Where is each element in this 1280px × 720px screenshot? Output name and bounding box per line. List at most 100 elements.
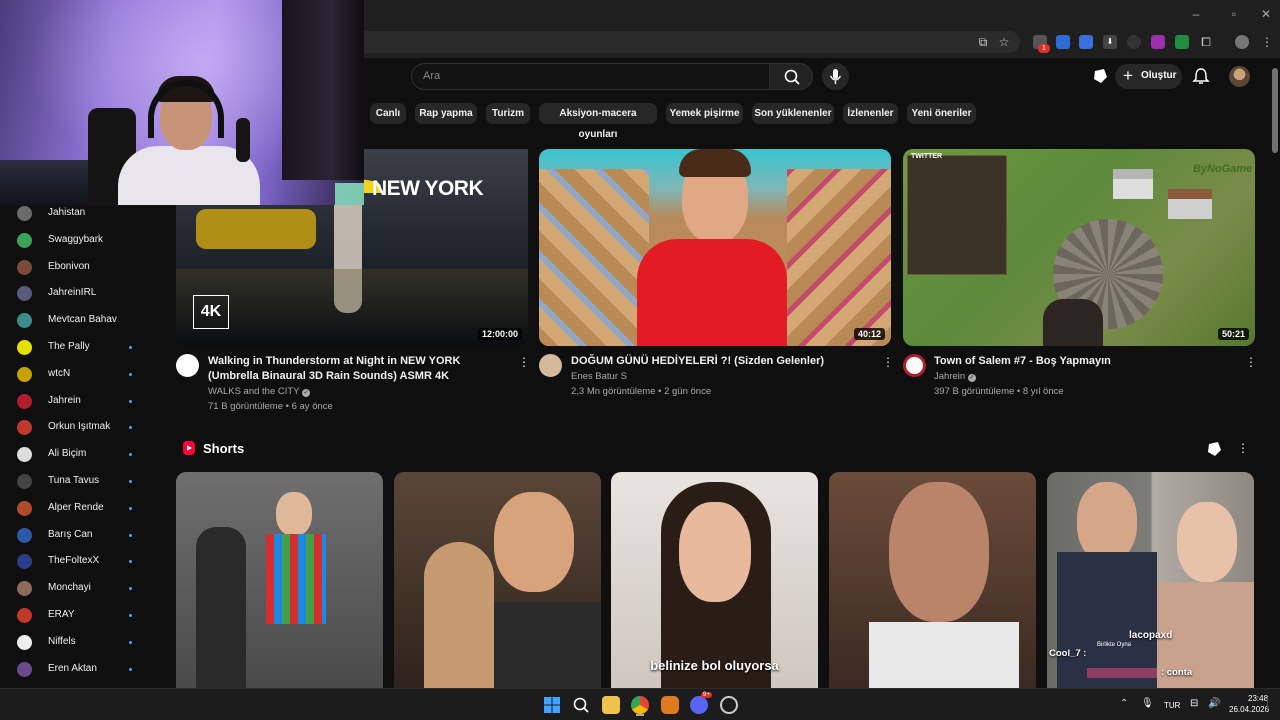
- chat-highlight-shape: [1087, 668, 1157, 678]
- chip-live[interactable]: Canlı: [370, 103, 406, 124]
- live-indicator-dot: [129, 640, 132, 644]
- steam-icon[interactable]: [720, 696, 738, 714]
- sidebar-subscription-item[interactable]: Jahrein: [0, 388, 170, 414]
- sidebar-subscription-label: Eren Aktan: [48, 662, 97, 674]
- sidebar-subscription-item[interactable]: Alper Rende: [0, 495, 170, 521]
- short-card-1[interactable]: [176, 472, 383, 688]
- channel-name-text: Jahrein: [934, 371, 966, 382]
- sidebar-subscription-label: Jahistan: [48, 207, 86, 218]
- video-title-3[interactable]: Town of Salem #7 - Boş Yapmayın: [934, 354, 1234, 369]
- chip-watched[interactable]: İzlenenler: [843, 103, 898, 124]
- chip-rap[interactable]: Rap yapma: [415, 103, 477, 124]
- extensions-puzzle-icon[interactable]: ⧠: [1199, 35, 1213, 49]
- sidebar-subscription-item[interactable]: Mevtcan Bahav: [0, 307, 170, 333]
- search-placeholder: Ara: [423, 70, 441, 82]
- sidebar-subscription-item[interactable]: Ebonivon: [0, 254, 170, 280]
- page-scrollbar[interactable]: [1270, 58, 1280, 688]
- sparkle-icon[interactable]: [1206, 440, 1224, 458]
- volume-icon[interactable]: 🔊: [1208, 698, 1220, 709]
- channel-avatar: [17, 527, 32, 543]
- face-shape: [1177, 502, 1237, 582]
- chip-new-suggestions[interactable]: Yeni öneriler: [907, 103, 976, 124]
- sidebar-subscription-label: Alper Rende: [48, 501, 104, 513]
- sidebar-subscription-item[interactable]: TheFoltexX: [0, 548, 170, 574]
- close-icon[interactable]: ✕: [1258, 6, 1274, 22]
- search-input[interactable]: [411, 63, 769, 90]
- sidebar-subscription-label: Orkun Işıtmak: [48, 421, 111, 433]
- sidebar-subscription-label: Jahrein: [48, 394, 81, 406]
- discord-icon[interactable]: [690, 696, 708, 714]
- sidebar-subscription-label: Ali Biçim: [48, 448, 87, 460]
- video-thumbnail-2[interactable]: 40:12: [539, 149, 891, 346]
- minimize-icon[interactable]: –: [1188, 6, 1204, 22]
- channel-name-3[interactable]: Jahrein ✓: [934, 371, 976, 382]
- install-app-icon[interactable]: ⧉: [976, 35, 990, 49]
- windows-start-icon[interactable]: [543, 696, 561, 714]
- sidebar-subscription-item[interactable]: ERAY: [0, 602, 170, 628]
- short-card-2[interactable]: [394, 472, 601, 688]
- chip-tourism[interactable]: Turizm: [486, 103, 530, 124]
- sidebar-subscription-item[interactable]: The Pally: [0, 334, 170, 360]
- keyboard-language[interactable]: TUR: [1164, 701, 1180, 710]
- account-avatar[interactable]: [1229, 66, 1250, 87]
- microphone-tray-icon[interactable]: 🎙: [1141, 698, 1154, 709]
- channel-name-1[interactable]: WALKS and the CITY ✓: [208, 386, 310, 397]
- voice-search-button[interactable]: [822, 63, 849, 90]
- video-thumbnail-3[interactable]: TWITTER ByNoGame 50:21: [903, 149, 1255, 346]
- video-menu-icon[interactable]: ⋮: [1245, 356, 1257, 368]
- sparkle-icon[interactable]: [1092, 67, 1110, 85]
- translate-extension-icon[interactable]: [1056, 35, 1070, 49]
- sidebar-subscription-item[interactable]: Barış Can: [0, 522, 170, 548]
- channel-avatar-walks[interactable]: [176, 354, 199, 377]
- shorts-menu-icon[interactable]: ⋮: [1237, 442, 1249, 454]
- sidebar-subscription-item[interactable]: Orkun Işıtmak: [0, 414, 170, 440]
- search-button[interactable]: [769, 63, 813, 90]
- sidebar-subscription-item[interactable]: Eren Aktan: [0, 656, 170, 682]
- show-desktop-button[interactable]: [1267, 698, 1275, 710]
- video-menu-icon[interactable]: ⋮: [882, 356, 894, 368]
- short-card-5[interactable]: lacopaxd Cool_7 : Birlikte Oyna : conta: [1047, 472, 1254, 688]
- chrome-icon[interactable]: [631, 696, 649, 714]
- sidebar-subscription-item[interactable]: Ali Biçim: [0, 441, 170, 467]
- sidebar-subscription-item[interactable]: JahreinIRL: [0, 280, 170, 306]
- network-icon[interactable]: ⊟: [1190, 698, 1198, 709]
- video-menu-icon[interactable]: ⋮: [518, 356, 530, 368]
- short-card-4[interactable]: [829, 472, 1036, 688]
- video-title-2[interactable]: DOĞUM GÜNÜ HEDİYELERİ ?! (Sizden Gelenle…: [571, 354, 871, 369]
- video-title-1[interactable]: Walking in Thunderstorm at Night in NEW …: [208, 354, 508, 384]
- chip-cooking[interactable]: Yemek pişirme: [666, 103, 743, 124]
- chrome-menu-icon[interactable]: ⋮: [1260, 35, 1274, 49]
- address-bar[interactable]: [350, 31, 1020, 53]
- sidebar-subscription-item[interactable]: Niffels: [0, 629, 170, 655]
- extension-icon-2[interactable]: [1127, 35, 1141, 49]
- clock-date[interactable]: 26.04.2026: [1229, 705, 1269, 714]
- sidebar-subscription-item[interactable]: Tuna Tavus: [0, 468, 170, 494]
- extension-icon-4[interactable]: [1175, 35, 1189, 49]
- profile-avatar-icon[interactable]: [1235, 35, 1249, 49]
- channel-avatar-jahrein[interactable]: [903, 354, 926, 377]
- file-explorer-icon[interactable]: [602, 696, 620, 714]
- scrollbar-thumb[interactable]: [1272, 68, 1278, 153]
- clock-time[interactable]: 23:48: [1248, 694, 1268, 703]
- create-button[interactable]: + Oluştur: [1115, 64, 1182, 89]
- chip-recently-uploaded[interactable]: Son yüklenenler: [752, 103, 834, 124]
- sidebar-subscriptions: Jahistan Swaggybark Ebonivon JahreinIRL Mevt…: [0, 205, 176, 688]
- download-extension-icon[interactable]: ⬇: [1103, 35, 1117, 49]
- sidebar-subscription-item[interactable]: Swaggybark: [0, 227, 170, 253]
- sidebar-subscription-item[interactable]: wtcN: [0, 361, 170, 387]
- extension-icon-3[interactable]: [1151, 35, 1165, 49]
- shield-app-icon[interactable]: [661, 696, 679, 714]
- search-icon[interactable]: [572, 696, 590, 714]
- boxes-right-shape: [787, 169, 891, 346]
- calendar-extension-icon[interactable]: [1079, 35, 1093, 49]
- short-card-3[interactable]: belinize bol oluyorsa: [611, 472, 818, 688]
- channel-name-2[interactable]: Enes Batur S: [571, 371, 627, 382]
- maximize-icon[interactable]: ▫: [1226, 6, 1242, 22]
- channel-avatar-enes[interactable]: [539, 354, 562, 377]
- notifications-bell-icon[interactable]: [1192, 67, 1210, 85]
- create-label: Oluştur: [1141, 70, 1177, 81]
- sidebar-subscription-item[interactable]: Monchayi: [0, 575, 170, 601]
- chip-action-adventure[interactable]: Aksiyon-macera oyunları: [539, 103, 657, 140]
- bookmark-star-icon[interactable]: ☆: [997, 35, 1011, 49]
- tray-chevron-icon[interactable]: ⌃: [1120, 698, 1128, 709]
